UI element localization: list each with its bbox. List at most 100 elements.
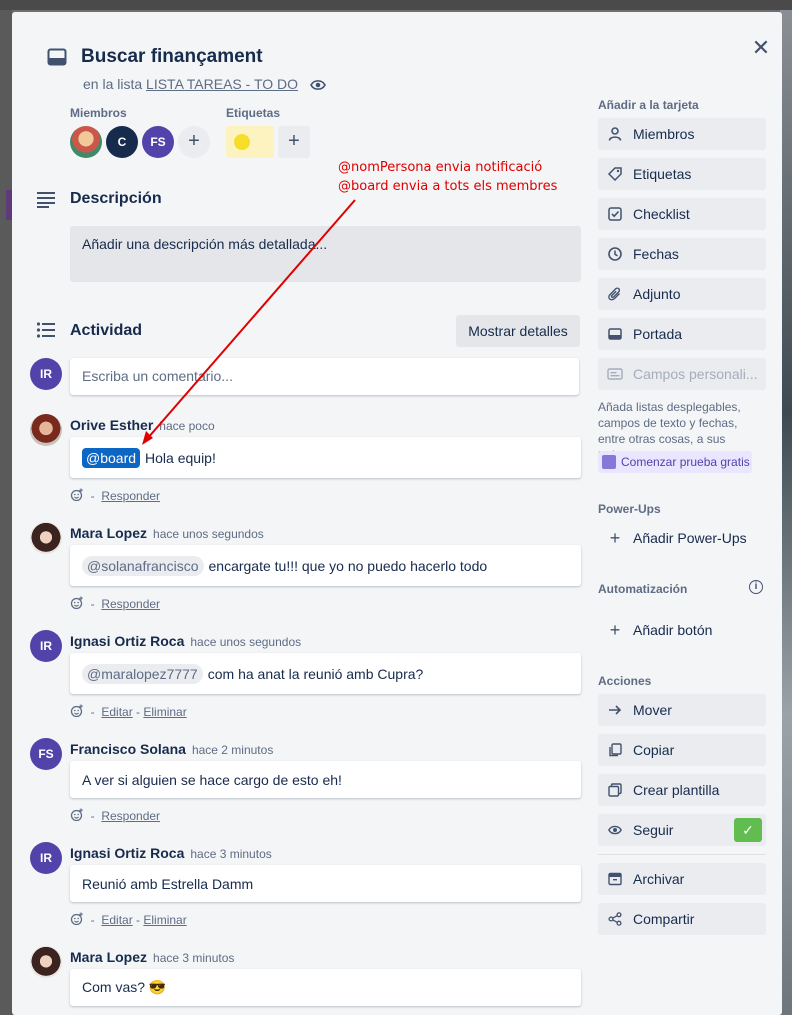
plus-icon: + — [609, 527, 621, 548]
dates-button-label: Fechas — [633, 246, 679, 262]
comment-header: Orive Esther hace poco — [70, 417, 215, 433]
add-member-button[interactable]: + — [178, 126, 210, 158]
checklist-button[interactable]: Checklist — [598, 198, 766, 230]
card-icon — [47, 48, 67, 66]
powerups-label: Power-Ups — [598, 502, 661, 516]
reply-link[interactable]: Responder — [101, 597, 160, 611]
labels-button-label: Etiquetas — [633, 166, 692, 182]
comment-time[interactable]: hace 3 minutos — [153, 951, 234, 965]
add-powerups-button[interactable]: + Añadir Power-Ups — [598, 522, 747, 554]
comment-time[interactable]: hace poco — [159, 419, 214, 433]
custom-fields-button-label: Campos personali... — [633, 366, 758, 382]
add-reaction-icon[interactable] — [70, 808, 84, 822]
comment-body: @board Hola equip! — [70, 437, 581, 478]
comment-actions: - Editar - Eliminar — [70, 704, 187, 719]
mention-tag[interactable]: @solanafrancisco — [82, 555, 204, 576]
start-trial-button[interactable]: Comenzar prueba gratis — [598, 451, 752, 473]
clock-icon — [607, 246, 623, 262]
label-icon — [607, 166, 623, 182]
paperclip-icon — [607, 286, 623, 302]
comment-avatar[interactable]: FS — [30, 738, 62, 770]
member-avatar-fs[interactable]: FS — [142, 126, 174, 158]
comment-time[interactable]: hace 2 minutos — [192, 743, 273, 757]
share-icon — [607, 911, 623, 927]
annotation-line-1: @nomPersona envia notificació — [338, 160, 543, 175]
comment-actions: - Editar - Eliminar — [70, 912, 187, 927]
mention-tag[interactable]: @maralopez7777 — [82, 663, 203, 684]
current-user-avatar: IR — [30, 358, 62, 390]
description-icon — [37, 192, 55, 208]
custom-fields-button[interactable]: Campos personali... — [598, 358, 766, 390]
comment-text: Com vas? 😎 — [82, 979, 167, 995]
add-reaction-icon[interactable] — [70, 596, 84, 610]
comment-avatar[interactable] — [30, 946, 62, 978]
label-chip-yellow[interactable] — [226, 126, 274, 158]
add-reaction-icon[interactable] — [70, 704, 84, 718]
comment-body: Reunió amb Estrella Damm — [70, 865, 581, 902]
comment-avatar[interactable]: IR — [30, 630, 62, 662]
create-template-button[interactable]: Crear plantilla — [598, 774, 766, 806]
edit-link[interactable]: Editar — [101, 913, 132, 927]
add-reaction-icon[interactable] — [70, 488, 84, 502]
mention-tag[interactable]: @board — [82, 447, 141, 468]
add-button-button[interactable]: + Añadir botón — [598, 614, 713, 646]
board-header-strip — [0, 0, 792, 10]
labels-button[interactable]: Etiquetas — [598, 158, 766, 190]
add-reaction-icon[interactable] — [70, 912, 84, 926]
comment-avatar[interactable] — [30, 414, 62, 446]
checklist-button-label: Checklist — [633, 206, 690, 222]
move-button-label: Mover — [633, 702, 672, 718]
annotation-note: @nomPersona envia notificació @board env… — [338, 158, 557, 196]
description-heading: Descripción — [70, 190, 162, 207]
close-icon[interactable]: ✕ — [749, 36, 773, 60]
cover-button[interactable]: Portada — [598, 318, 766, 350]
comment-time[interactable]: hace 3 minutos — [190, 847, 271, 861]
comment-header: Mara Lopez hace unos segundos — [70, 525, 264, 541]
archive-icon — [607, 871, 623, 887]
comment-text: Reunió amb Estrella Damm — [82, 875, 254, 892]
comment-text: com ha anat la reunió amb Cupra? — [207, 665, 424, 682]
comment-author[interactable]: Ignasi Ortiz Roca — [70, 633, 184, 649]
attachment-button[interactable]: Adjunto — [598, 278, 766, 310]
template-icon — [607, 782, 623, 798]
archive-button[interactable]: Archivar — [598, 863, 766, 895]
comment-actions: - Responder — [70, 488, 160, 503]
reply-link[interactable]: Responder — [101, 809, 160, 823]
comment-avatar[interactable]: IR — [30, 842, 62, 874]
comment-input[interactable]: Escriba un comentario... — [70, 358, 579, 395]
show-details-button[interactable]: Mostrar detalles — [456, 315, 580, 347]
comment-avatar[interactable] — [30, 522, 62, 554]
comment-author[interactable]: Mara Lopez — [70, 949, 147, 965]
cover-icon — [607, 326, 623, 342]
edit-link[interactable]: Editar — [101, 705, 132, 719]
member-avatar-c[interactable]: C — [106, 126, 138, 158]
actions-label: Acciones — [598, 674, 652, 688]
comment-actions: - Responder — [70, 808, 160, 823]
card-title[interactable]: Buscar finançament — [81, 46, 263, 68]
comment-author[interactable]: Ignasi Ortiz Roca — [70, 845, 184, 861]
delete-link[interactable]: Eliminar — [143, 705, 186, 719]
list-link[interactable]: LISTA TAREAS - TO DO — [146, 76, 298, 92]
comment-time[interactable]: hace unos segundos — [153, 527, 264, 541]
members-button[interactable]: Miembros — [598, 118, 766, 150]
member-avatar-photo[interactable] — [70, 126, 102, 158]
comment-header: Ignasi Ortiz Roca hace unos segundos — [70, 633, 301, 649]
info-icon[interactable]: i — [749, 580, 763, 594]
description-field[interactable]: Añadir una descripción más detallada... — [70, 226, 581, 282]
comment-time[interactable]: hace unos segundos — [190, 635, 301, 649]
reply-link[interactable]: Responder — [101, 489, 160, 503]
comment-author[interactable]: Mara Lopez — [70, 525, 147, 541]
comment-author[interactable]: Orive Esther — [70, 417, 153, 433]
move-button[interactable]: Mover — [598, 694, 766, 726]
delete-link[interactable]: Eliminar — [143, 913, 186, 927]
comment-author[interactable]: Francisco Solana — [70, 741, 186, 757]
labels-label: Etiquetas — [226, 106, 281, 120]
comment-text: A ver si alguien se hace cargo de esto e… — [82, 771, 342, 788]
add-label-button[interactable]: + — [278, 126, 310, 158]
share-button[interactable]: Compartir — [598, 903, 766, 935]
briefcase-icon — [602, 455, 616, 469]
person-icon — [607, 126, 623, 142]
copy-button[interactable]: Copiar — [598, 734, 766, 766]
dates-button[interactable]: Fechas — [598, 238, 766, 270]
add-button-label: Añadir botón — [633, 622, 713, 638]
